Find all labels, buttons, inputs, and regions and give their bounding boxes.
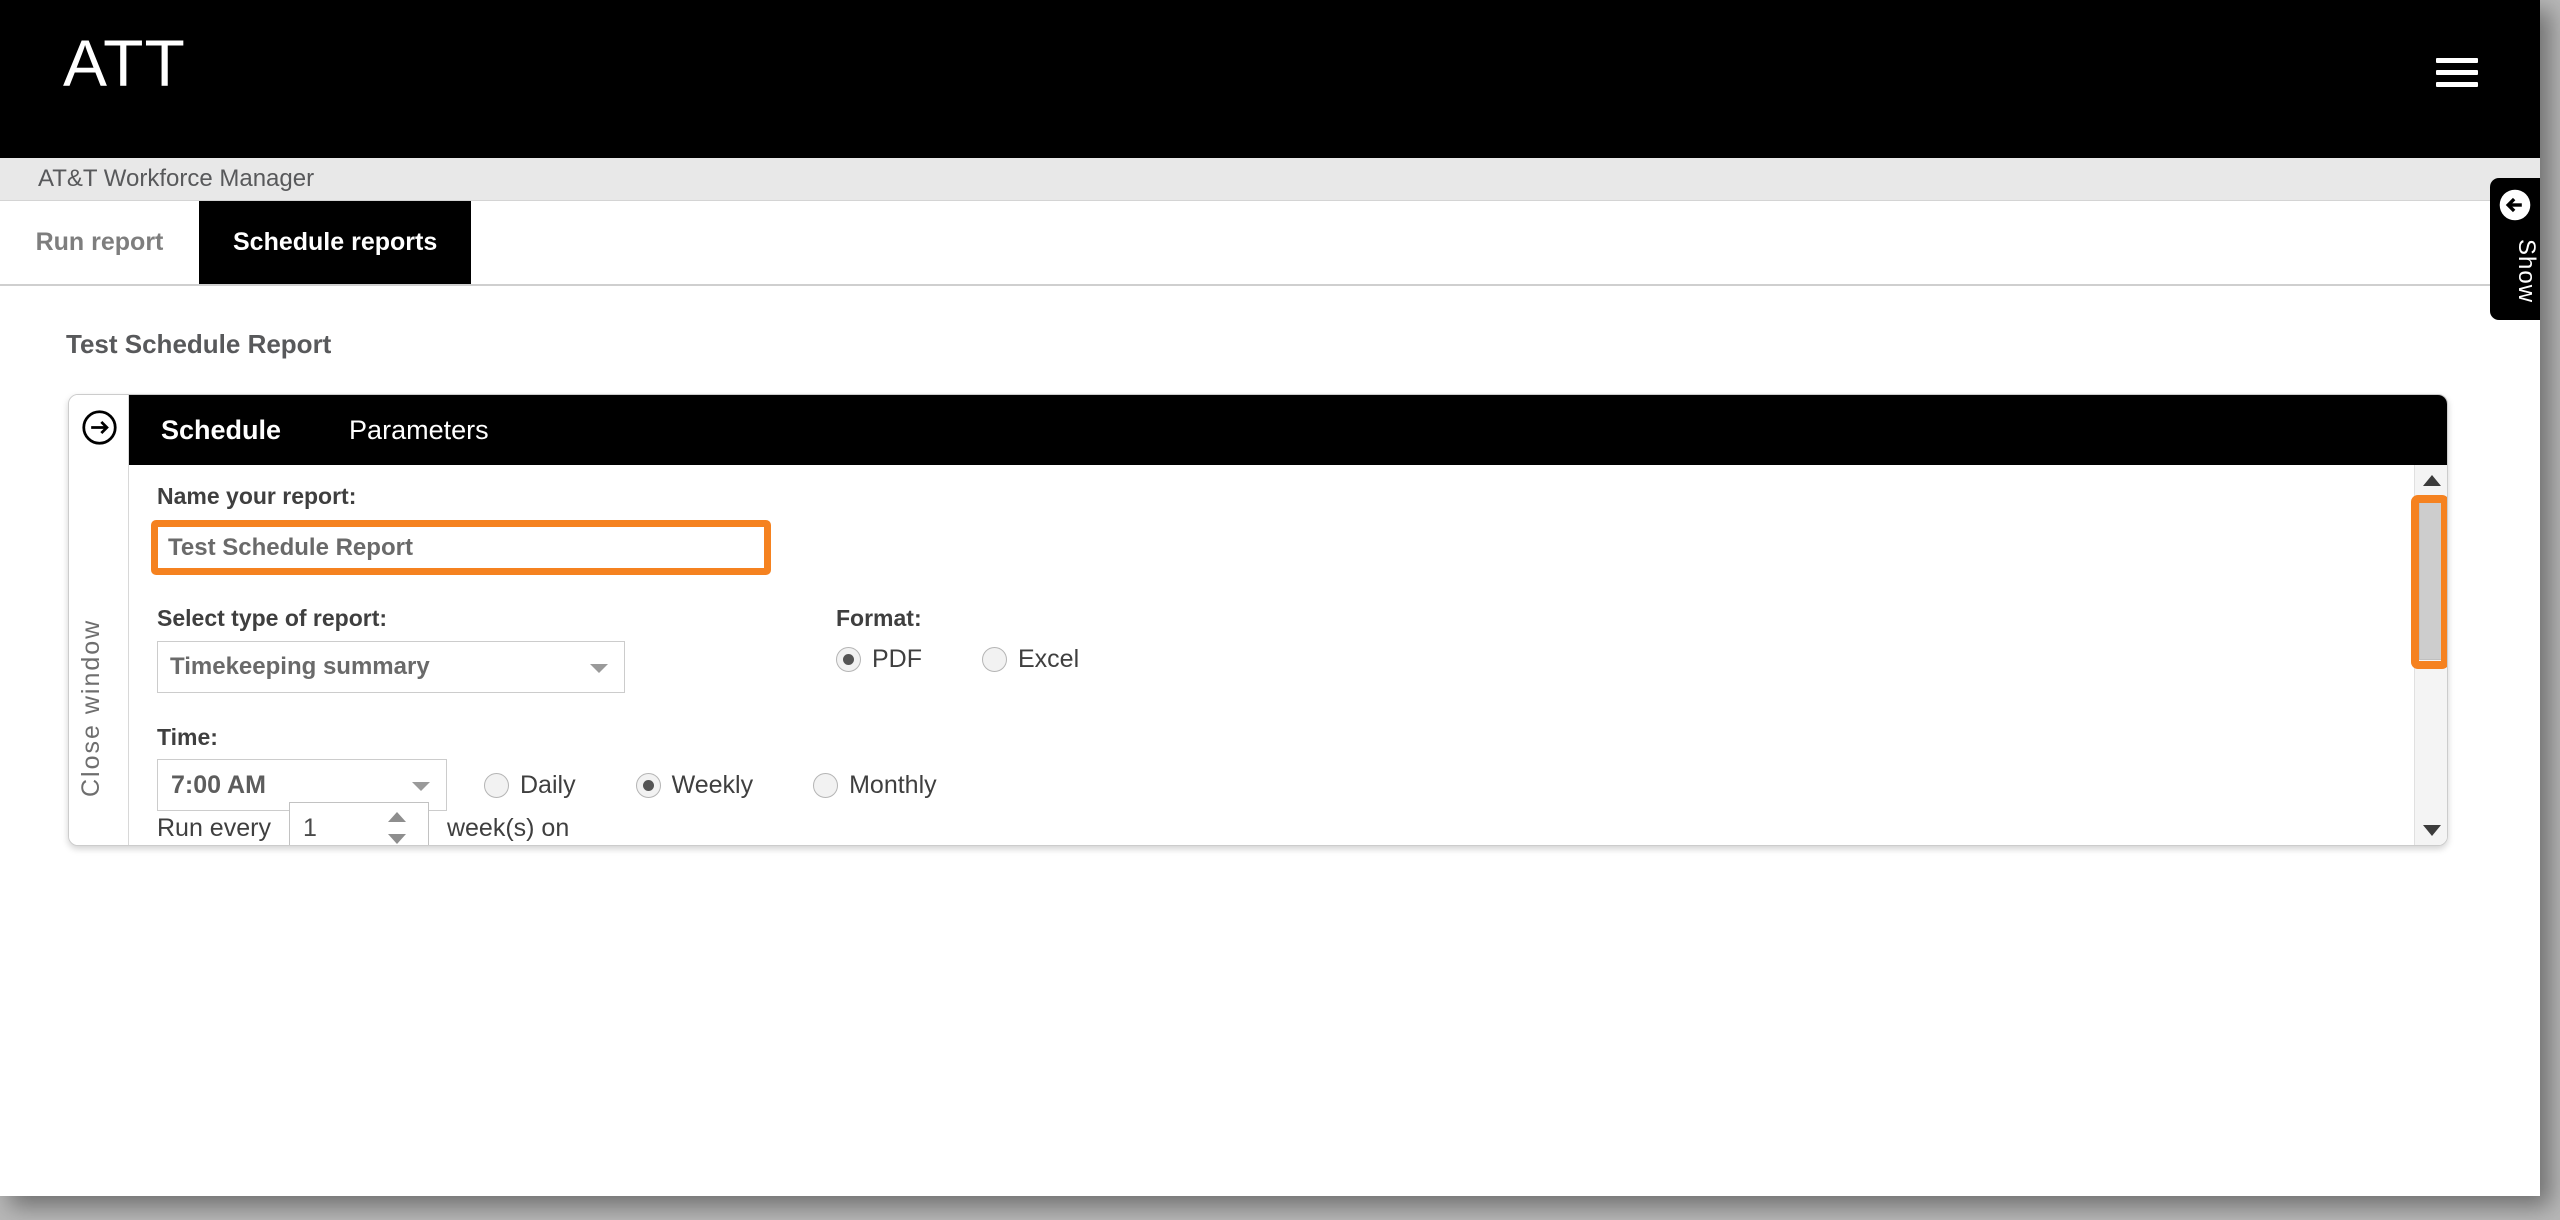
frequency-option-label: Weekly: [671, 770, 754, 799]
chevron-down-icon: [590, 664, 608, 673]
radio-icon-monthly: [813, 772, 839, 798]
hamburger-icon[interactable]: [2436, 58, 2478, 90]
form-scroll-region: Name your report: Select type of report:…: [129, 465, 2447, 845]
app-name-strip: AT&T Workforce Manager: [0, 158, 2540, 201]
format-option-excel[interactable]: Excel: [982, 645, 1079, 674]
arrow-right-circle-icon: [82, 410, 117, 445]
format-label: Format:: [836, 605, 922, 631]
run-every-row: Run every 1 week(s) on: [157, 802, 569, 845]
app-name-label: AT&T Workforce Manager: [38, 165, 315, 192]
card-tab-label: Schedule: [161, 414, 282, 445]
format-option-label: PDF: [872, 645, 922, 673]
time-group: Time: 7:00 AM Daily Weekly Monthly: [157, 724, 997, 811]
format-group: Format: PDF Excel: [836, 605, 1139, 674]
hamburger-bar: [2436, 82, 2478, 87]
close-window-label: Close window: [77, 618, 105, 797]
chevron-down-icon: [412, 782, 430, 791]
scroll-up-button[interactable]: [2415, 465, 2447, 495]
schedule-card: Close window Schedule Parameters Name yo…: [68, 394, 2448, 846]
report-type-value: Timekeeping summary: [170, 653, 430, 680]
hamburger-bar: [2436, 70, 2478, 75]
radio-icon-weekly: [635, 772, 661, 798]
report-type-label: Select type of report:: [157, 605, 388, 631]
page-title: Test Schedule Report: [66, 329, 332, 359]
close-window-rail[interactable]: Close window: [69, 395, 129, 845]
tab-label: Schedule reports: [233, 228, 438, 256]
scrollbar-thumb[interactable]: [2419, 502, 2444, 660]
run-every-prefix-label: Run every: [157, 813, 271, 842]
stepper-down-icon[interactable]: [387, 834, 406, 844]
format-option-pdf[interactable]: PDF: [836, 645, 922, 674]
tab-run-report[interactable]: Run report: [0, 201, 199, 284]
stepper-up-icon[interactable]: [387, 812, 406, 822]
scroll-down-button[interactable]: [2415, 815, 2447, 845]
brand-logo: ATT: [63, 26, 186, 100]
chevron-down-icon: [2422, 824, 2441, 836]
screen: ATT AT&T Workforce Manager Run report Sc…: [0, 0, 2560, 1220]
hamburger-bar: [2436, 58, 2478, 63]
card-tab-parameters[interactable]: Parameters: [345, 415, 493, 446]
time-value: 7:00 AM: [171, 770, 266, 799]
top-header-bar: ATT: [0, 0, 2540, 158]
format-option-label: Excel: [1018, 645, 1080, 673]
card-tab-label: Parameters: [349, 414, 489, 445]
radio-icon-pdf: [836, 647, 861, 672]
name-report-input[interactable]: [158, 527, 764, 568]
radio-icon-daily: [484, 772, 509, 798]
card-tab-bar: Schedule Parameters: [129, 395, 2447, 465]
name-report-label: Name your report:: [157, 483, 357, 509]
show-panel-tab[interactable]: Show: [2490, 178, 2540, 320]
form-vertical-scrollbar[interactable]: [2411, 465, 2447, 845]
tab-schedule-reports[interactable]: Schedule reports: [199, 201, 472, 284]
content-area: Test Schedule Report Close window Schedu…: [0, 286, 2540, 1194]
frequency-option-daily[interactable]: Daily: [484, 771, 576, 800]
radio-icon-excel: [982, 647, 1007, 672]
show-panel-label: Show: [2513, 238, 2540, 304]
arrow-left-circle-icon: [2499, 189, 2531, 221]
tab-label: Run report: [35, 228, 164, 256]
time-label: Time:: [157, 724, 218, 750]
schedule-form: Name your report: Select type of report:…: [129, 465, 2414, 845]
run-every-suffix-label: week(s) on: [446, 813, 570, 842]
card-tab-schedule[interactable]: Schedule: [157, 415, 285, 446]
frequency-option-label: Daily: [520, 770, 576, 799]
frequency-option-monthly[interactable]: Monthly: [813, 771, 937, 800]
frequency-option-weekly[interactable]: Weekly: [635, 770, 754, 800]
stepper-arrows-icon[interactable]: [387, 812, 406, 844]
chevron-up-icon: [2422, 474, 2441, 486]
card-body: Schedule Parameters Name your report: Te…: [129, 395, 2447, 845]
frequency-option-label: Monthly: [849, 770, 937, 799]
format-radio-line: PDF Excel: [836, 645, 1139, 674]
run-every-stepper[interactable]: 1: [288, 802, 429, 845]
main-tab-bar: Run report Schedule reports: [0, 201, 2540, 286]
report-type-select[interactable]: Timekeeping summary: [157, 641, 625, 693]
run-every-value: 1: [302, 813, 317, 842]
app-window: ATT AT&T Workforce Manager Run report Sc…: [0, 0, 2540, 1196]
report-type-group: Select type of report: Timekeeping summa…: [157, 605, 625, 693]
